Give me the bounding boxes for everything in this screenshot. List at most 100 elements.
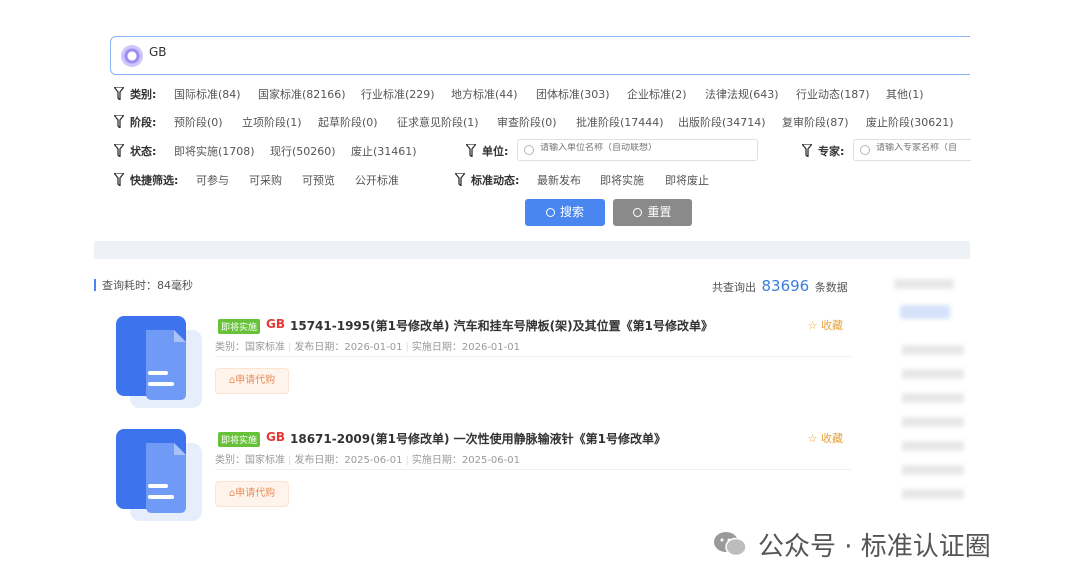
- blurred-content: [902, 465, 964, 475]
- filter-label-dynamic: 标准动态:: [471, 174, 520, 187]
- filter-option[interactable]: 复审阶段(87): [782, 114, 849, 130]
- filter-option[interactable]: 国际标准(84): [174, 86, 241, 102]
- result-meta: 类别：国家标准 | 发布日期：2025-06-01 | 实施日期：2025-06-01: [215, 455, 520, 466]
- filter-option[interactable]: 行业动态(187): [796, 86, 870, 102]
- result-title[interactable]: 18671-2009(第1号修改单) 一次性使用静脉输液针《第1号修改单》: [290, 430, 666, 447]
- blurred-content: [902, 393, 964, 403]
- document-icon: [116, 316, 202, 408]
- item-divider: [215, 469, 851, 470]
- meta-category: 类别：国家标准: [215, 342, 285, 353]
- filter-option[interactable]: 起草阶段(0): [318, 114, 378, 130]
- filter-option[interactable]: 公开标准: [355, 172, 399, 188]
- watermark-text: 公众号 · 标准认证圈: [758, 531, 991, 562]
- meta-category: 类别：国家标准: [215, 455, 285, 466]
- filter-option[interactable]: 法律法规(643): [705, 86, 779, 102]
- filter-option[interactable]: 可参与: [196, 172, 229, 188]
- request-purchase-button[interactable]: ⌂申请代购: [215, 368, 289, 394]
- funnel-icon: [455, 173, 465, 186]
- blurred-content: [902, 489, 964, 499]
- blurred-content: [894, 279, 954, 289]
- filter-row-status: 状态: 即将实施(1708) 现行(50260) 废止(31461) 单位: 专…: [112, 139, 972, 161]
- blurred-content: [902, 345, 964, 355]
- filter-option[interactable]: 即将实施: [600, 172, 644, 188]
- funnel-icon: [466, 144, 476, 157]
- reset-button[interactable]: 重置: [613, 199, 692, 226]
- filter-option[interactable]: 批准阶段(17444): [576, 114, 664, 130]
- reset-button-label: 重置: [647, 205, 672, 219]
- funnel-icon: [802, 144, 812, 157]
- right-sidebar: [882, 259, 970, 521]
- funnel-icon: [114, 87, 124, 100]
- filter-option[interactable]: 审查阶段(0): [497, 114, 557, 130]
- unit-input-box[interactable]: [517, 139, 758, 161]
- search-logo-icon: [121, 45, 143, 67]
- request-purchase-button[interactable]: ⌂申请代购: [215, 481, 289, 507]
- search-button[interactable]: 搜索: [525, 199, 605, 226]
- search-box[interactable]: [110, 36, 970, 75]
- item-divider: [215, 356, 851, 357]
- filter-label-status: 状态:: [130, 145, 157, 158]
- filter-option[interactable]: 团体标准(303): [536, 86, 610, 102]
- filter-option[interactable]: 即将废止: [665, 172, 709, 188]
- result-item[interactable]: 即将实施 GB 15741-1995(第1号修改单) 汽车和挂车号牌板(架)及其…: [116, 316, 851, 416]
- filter-option[interactable]: 地方标准(44): [451, 86, 518, 102]
- request-purchase-label: 申请代购: [235, 375, 276, 386]
- blurred-content: [902, 441, 964, 451]
- favorite-button[interactable]: ☆ 收藏: [808, 317, 843, 333]
- funnel-icon: [114, 144, 124, 157]
- filter-option[interactable]: 废止阶段(30621): [866, 114, 954, 130]
- result-total: 共查询出 83696 条数据: [712, 277, 848, 295]
- filter-label-category: 类别:: [130, 88, 157, 101]
- total-suffix: 条数据: [814, 281, 848, 294]
- blurred-content: [902, 369, 964, 379]
- total-count: 83696: [761, 277, 810, 295]
- filter-option[interactable]: 最新发布: [537, 172, 581, 188]
- search-input[interactable]: [149, 45, 449, 59]
- filter-option[interactable]: 行业标准(229): [361, 86, 435, 102]
- filter-option[interactable]: 征求意见阶段(1): [397, 114, 479, 130]
- blurred-content: [900, 305, 950, 319]
- status-badge: 即将实施: [218, 432, 261, 447]
- favorite-button[interactable]: ☆ 收藏: [808, 430, 843, 446]
- filter-label-unit: 单位:: [482, 145, 509, 158]
- gb-mark: GB: [266, 430, 285, 444]
- search-icon: [633, 208, 643, 217]
- filter-row-category: 类别: 国际标准(84) 国家标准(82166) 行业标准(229) 地方标准(…: [112, 86, 972, 104]
- blurred-content: [902, 417, 964, 427]
- gb-mark: GB: [266, 317, 285, 331]
- status-badge: 即将实施: [218, 319, 261, 334]
- filter-option[interactable]: 即将实施(1708): [174, 143, 255, 159]
- filter-option[interactable]: 立项阶段(1): [242, 114, 302, 130]
- meta-publish-date: 发布日期：2025-06-01: [294, 455, 403, 466]
- filter-option[interactable]: 可预览: [302, 172, 335, 188]
- filter-label-stage: 阶段:: [130, 116, 157, 129]
- funnel-icon: [114, 115, 124, 128]
- search-button-label: 搜索: [559, 205, 584, 219]
- filter-option[interactable]: 企业标准(2): [627, 86, 687, 102]
- funnel-icon: [114, 173, 124, 186]
- watermark: 公众号 · 标准认证圈: [712, 528, 991, 562]
- filter-option[interactable]: 出版阶段(34714): [678, 114, 766, 130]
- filter-option[interactable]: 其他(1): [886, 86, 924, 102]
- filter-option[interactable]: 废止(31461): [351, 143, 417, 159]
- filter-row-stage: 阶段: 预阶段(0) 立项阶段(1) 起草阶段(0) 征求意见阶段(1) 审查阶…: [112, 114, 972, 132]
- expert-input[interactable]: [876, 143, 970, 153]
- expert-input-box[interactable]: [853, 139, 971, 161]
- filter-row-quick: 快捷筛选: 可参与 可采购 可预览 公开标准 标准动态: 最新发布 即将实施 即…: [112, 172, 972, 190]
- result-item[interactable]: 即将实施 GB 18671-2009(第1号修改单) 一次性使用静脉输液针《第1…: [116, 429, 851, 529]
- total-prefix: 共查询出: [712, 281, 756, 294]
- filter-option[interactable]: 国家标准(82166): [258, 86, 346, 102]
- wechat-icon: [714, 532, 747, 557]
- filter-option[interactable]: 预阶段(0): [174, 114, 223, 130]
- meta-implement-date: 实施日期：2026-01-01: [411, 342, 520, 353]
- query-time-text: 查询耗时：84毫秒: [102, 279, 193, 292]
- request-purchase-label: 申请代购: [235, 488, 276, 499]
- section-divider: [94, 241, 970, 259]
- filter-option[interactable]: 可采购: [249, 172, 282, 188]
- filter-option[interactable]: 现行(50260): [270, 143, 336, 159]
- unit-input[interactable]: [540, 143, 740, 153]
- search-icon: [545, 208, 555, 217]
- page: 类别: 国际标准(84) 国家标准(82166) 行业标准(229) 地方标准(…: [0, 0, 1080, 587]
- result-title[interactable]: 15741-1995(第1号修改单) 汽车和挂车号牌板(架)及其位置《第1号修改…: [290, 317, 713, 334]
- search-icon: [860, 145, 870, 155]
